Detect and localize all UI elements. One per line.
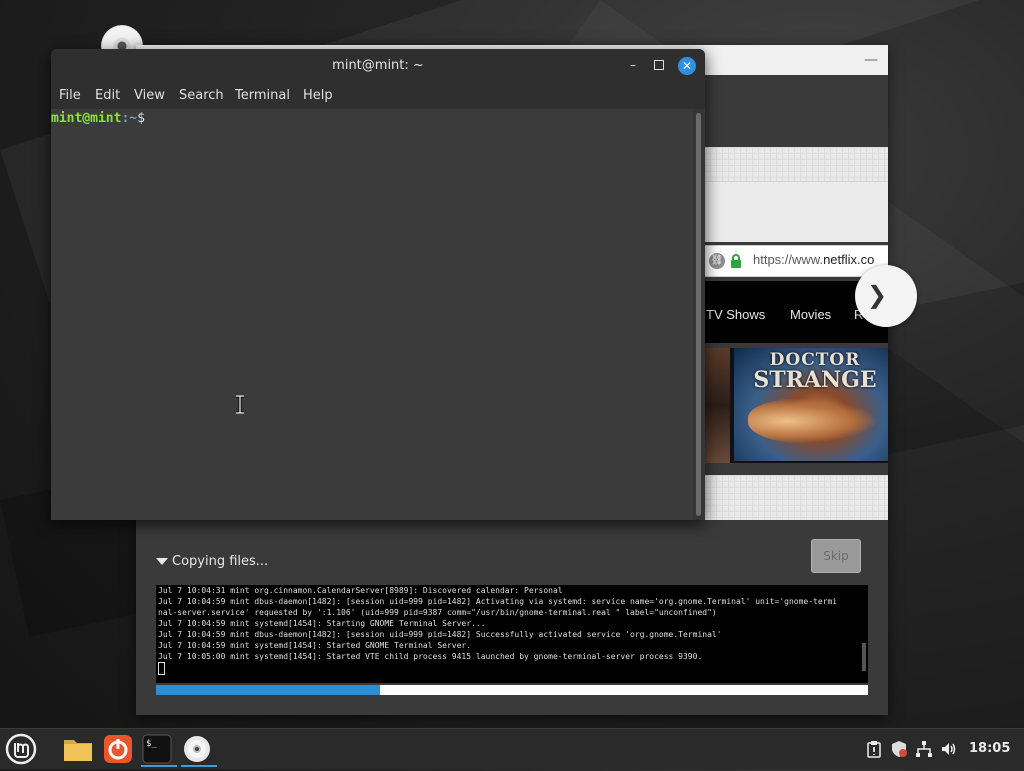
update-shield-icon[interactable] (890, 740, 908, 758)
files-icon[interactable] (60, 731, 96, 767)
slide-poster-row: DOCTOR STRANGE (704, 348, 888, 463)
minimize-button[interactable]: – (625, 57, 641, 73)
log-line: nal-server.service' requested by ':1.106… (158, 608, 717, 617)
network-icon[interactable] (915, 740, 933, 758)
ibeam-cursor-icon (236, 395, 244, 414)
lock-icon (731, 254, 741, 268)
slide-url-bar: ⛓ https://www.netflix.co (704, 245, 888, 277)
terminal-scroll-thumb[interactable] (696, 113, 701, 516)
menu-edit[interactable]: Edit (95, 88, 120, 103)
terminal-window: mint@mint: ~ – ✕ File Edit View Search T… (51, 49, 705, 520)
url-text: https://www.netflix.co (753, 252, 875, 267)
nav-item-movies: Movies (790, 307, 832, 322)
log-line: Jul 7 10:04:59 mint dbus-daemon[1482]: [… (158, 630, 722, 639)
slide-pattern-top (704, 147, 888, 181)
log-line: Jul 7 10:04:59 mint systemd[1454]: Start… (158, 641, 472, 650)
log-scrollbar[interactable] (862, 643, 866, 671)
poster-doctor-strange: DOCTOR STRANGE (734, 348, 888, 461)
volume-icon[interactable] (940, 740, 958, 758)
log-cursor (158, 662, 165, 675)
log-line: Jul 7 10:04:31 mint org.cinnamon.Calenda… (158, 586, 563, 595)
chevron-right-icon: ❯ (855, 265, 917, 327)
copying-files-expander[interactable]: Copying files... (156, 554, 268, 569)
terminal-title: mint@mint: ~ (332, 58, 424, 73)
menu-terminal[interactable]: Terminal (235, 88, 290, 103)
terminal-scrollbar[interactable] (693, 109, 705, 520)
install-log: Jul 7 10:04:31 mint org.cinnamon.Calenda… (156, 585, 868, 683)
terminal-output[interactable]: mint@mint:~$ (51, 109, 693, 520)
active-indicator (181, 765, 217, 767)
menu-help[interactable]: Help (303, 88, 333, 103)
maximize-button[interactable] (654, 60, 664, 70)
installer-minimize-button[interactable]: — (864, 53, 878, 67)
nav-item-tv-shows: TV Shows (706, 307, 766, 322)
menu-view[interactable]: View (134, 88, 165, 103)
menu-file[interactable]: File (59, 88, 81, 103)
mint-menu-icon[interactable] (3, 731, 39, 767)
slide-browser-toolbar (704, 181, 888, 242)
shell-prompt: mint@mint:~$ (51, 111, 145, 126)
log-line: Jul 7 10:05:00 mint systemd[1454]: Start… (158, 652, 703, 661)
log-line: Jul 7 10:04:59 mint dbus-daemon[1482]: [… (158, 597, 838, 606)
installer-icon[interactable] (100, 731, 136, 767)
install-progress-fill (156, 685, 381, 695)
taskbar: $_ 18:05 (0, 728, 1024, 769)
active-indicator (141, 765, 177, 767)
link-icon: ⛓ (709, 253, 725, 269)
installer-progress-area: Copying files... Skip Jul 7 10:04:31 min… (136, 520, 888, 715)
log-line: Jul 7 10:04:59 mint systemd[1454]: Start… (158, 619, 486, 628)
terminal-icon[interactable]: $_ (139, 731, 177, 767)
expander-arrow-icon (156, 558, 168, 565)
skip-button[interactable]: Skip (811, 539, 861, 573)
terminal-glyph: $_ (146, 739, 157, 749)
clipboard-icon[interactable] (865, 740, 883, 758)
poster-thumbnail (704, 348, 730, 463)
install-progress-bar (156, 685, 868, 695)
clock[interactable]: 18:05 (969, 741, 1010, 756)
poster-artwork (748, 398, 878, 444)
menu-search[interactable]: Search (179, 88, 224, 103)
terminal-menubar: File Edit View Search Terminal Help (51, 83, 705, 109)
slide-pattern-bottom (704, 475, 888, 520)
terminal-titlebar[interactable]: mint@mint: ~ – ✕ (51, 49, 705, 83)
poster-title: DOCTOR STRANGE (753, 350, 877, 393)
close-button[interactable]: ✕ (678, 57, 696, 75)
dvd-icon[interactable] (179, 731, 217, 767)
